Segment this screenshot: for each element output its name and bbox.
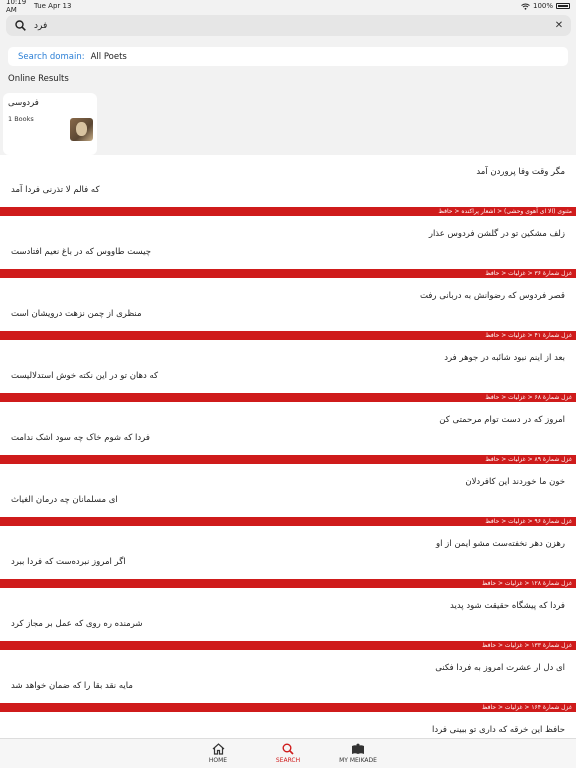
verse-line-2: که دهان تو در این نکته خوش استدلالیست xyxy=(11,371,159,381)
status-indicators: 100% xyxy=(521,2,570,10)
battery-icon xyxy=(556,3,570,9)
verse-line-2: که فالم لا تذرنی فردا آمد xyxy=(11,185,100,195)
tab-home[interactable]: HOME xyxy=(183,739,253,768)
search-icon xyxy=(282,743,294,755)
verse-line-2: شرمنده ره روی که عمل بر مجاز کرد xyxy=(11,619,143,629)
search-header: فرد ✕ Search domain: All Poets Online Re… xyxy=(0,12,576,155)
result-breadcrumb[interactable]: غزل شمارهٔ ۳۶ < غزلیات < حافظ xyxy=(0,269,576,278)
result-item[interactable]: رهزن دهر نخفته‌ست مشو ایمن از او اگر امر… xyxy=(0,527,576,589)
verse-line-2: مایه نقد بقا را که ضمان خواهد شد xyxy=(11,681,133,691)
tab-bar: HOME SEARCH MY MEIKADE xyxy=(0,738,576,768)
tab-search-label: SEARCH xyxy=(275,757,301,764)
clear-icon[interactable]: ✕ xyxy=(551,20,567,31)
tab-my-meikade[interactable]: MY MEIKADE xyxy=(323,739,393,768)
wifi-icon xyxy=(521,3,530,10)
verse-line-1: قصر فردوس که رضوانش به دربانی رفت xyxy=(420,291,565,301)
verse-line-1: رهزن دهر نخفته‌ست مشو ایمن از او xyxy=(435,539,565,549)
verse-line-2: اگر امروز نبرده‌ست که فردا ببرد xyxy=(11,557,126,567)
status-bar: 10:19 AM Tue Apr 13 100% xyxy=(0,0,576,14)
result-breadcrumb[interactable]: غزل شمارهٔ ۱۲۸ < غزلیات < حافظ xyxy=(0,579,576,588)
result-item[interactable]: امروز که در دست توام مرحمتی کن فردا که ش… xyxy=(0,403,576,465)
result-breadcrumb[interactable]: مثنوی (الا ای آهوی وحشی) < اشعار پراکنده… xyxy=(0,207,576,216)
verse-line-1: خون ما خوردند این کافردلان xyxy=(465,477,565,487)
verse-line-1: مگر وقت وفا پروردن آمد xyxy=(476,167,565,177)
result-item[interactable]: ای دل ار عشرت امروز به فردا فکنی مایه نق… xyxy=(0,651,576,713)
verse-line-1: بعد از اینم نبود شائبه در جوهر فرد xyxy=(444,353,565,363)
result-breadcrumb[interactable]: غزل شمارهٔ ۸۹ < غزلیات < حافظ xyxy=(0,455,576,464)
result-breadcrumb[interactable]: غزل شمارهٔ ۹۶ < غزلیات < حافظ xyxy=(0,517,576,526)
result-breadcrumb[interactable]: غزل شمارهٔ ۴۱ < غزلیات < حافظ xyxy=(0,331,576,340)
result-breadcrumb[interactable]: غزل شمارهٔ ۱۳۳ < غزلیات < حافظ xyxy=(0,641,576,650)
search-results-list: مگر وقت وفا پروردن آمد که فالم لا تذرنی … xyxy=(0,155,576,768)
verse-line-1: امروز که در دست توام مرحمتی کن xyxy=(439,415,565,425)
search-domain-value: All Poets xyxy=(90,51,127,62)
result-item[interactable]: زلف مشکین تو در گلشن فردوس عذار چیست طاو… xyxy=(0,217,576,279)
verse-line-2: منظری از چمن نزهت درویشان است xyxy=(11,309,142,319)
result-item[interactable]: فردا که پیشگاه حقیقت شود پدید شرمنده ره … xyxy=(0,589,576,651)
verse-line-1: زلف مشکین تو در گلشن فردوس عذار xyxy=(428,229,565,239)
status-date: Tue Apr 13 xyxy=(34,2,72,10)
result-item[interactable]: خون ما خوردند این کافردلان ای مسلمانان چ… xyxy=(0,465,576,527)
online-results-title: Online Results xyxy=(8,74,69,84)
result-breadcrumb[interactable]: غزل شمارهٔ ۱۶۴ < غزلیات < حافظ xyxy=(0,703,576,712)
verse-line-1: حافظ این خرقه که داری تو ببینی فردا xyxy=(432,725,565,735)
home-icon xyxy=(212,743,224,755)
tab-my-meikade-label: MY MEIKADE xyxy=(339,757,377,764)
poet-avatar xyxy=(70,118,93,141)
search-bar[interactable]: فرد ✕ xyxy=(6,15,571,36)
search-icon xyxy=(10,16,30,36)
result-item[interactable]: قصر فردوس که رضوانش به دربانی رفت منظری … xyxy=(0,279,576,341)
tab-search[interactable]: SEARCH xyxy=(253,739,323,768)
result-breadcrumb[interactable]: غزل شمارهٔ ۶۸ < غزلیات < حافظ xyxy=(0,393,576,402)
poet-books-count: 1 Books xyxy=(8,115,34,123)
search-domain-label: Search domain: xyxy=(18,51,85,62)
book-icon xyxy=(352,743,364,754)
verse-line-2: فردا که شوم خاک چه سود اشک ندامت xyxy=(11,433,150,443)
result-item[interactable]: بعد از اینم نبود شائبه در جوهر فرد که ده… xyxy=(0,341,576,403)
verse-line-1: ای دل ار عشرت امروز به فردا فکنی xyxy=(435,663,565,673)
battery-percent: 100% xyxy=(532,2,553,10)
search-input[interactable]: فرد xyxy=(30,21,551,31)
tab-home-label: HOME xyxy=(208,757,228,764)
search-domain-selector[interactable]: Search domain: All Poets xyxy=(8,47,568,66)
poet-card[interactable]: فردوسی 1 Books xyxy=(3,93,97,155)
verse-line-2: ای مسلمانان چه درمان الغیاث xyxy=(11,495,118,505)
verse-line-2: چیست طاووس که در باغ نعیم افتادست xyxy=(11,247,151,257)
verse-line-1: فردا که پیشگاه حقیقت شود پدید xyxy=(450,601,565,611)
result-item[interactable]: مگر وقت وفا پروردن آمد که فالم لا تذرنی … xyxy=(0,155,576,217)
poet-name: فردوسی xyxy=(8,98,39,108)
